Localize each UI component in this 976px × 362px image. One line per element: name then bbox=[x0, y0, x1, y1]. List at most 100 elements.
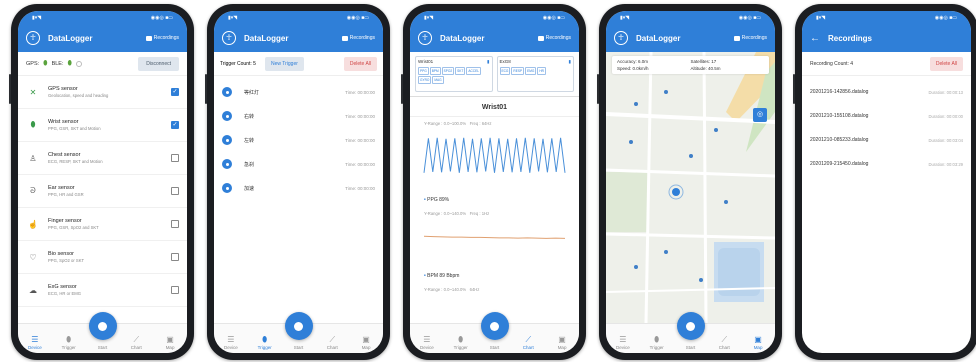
ble-label: BLE: bbox=[51, 60, 64, 67]
channel-chip[interactable]: RESP bbox=[511, 67, 525, 75]
app-bar: ← Recordings bbox=[802, 24, 971, 52]
recording-item[interactable]: 20201210-085233.datalog Duration: 00:03:0… bbox=[802, 128, 971, 152]
third-range: Y-Range : 0.0~140.0% 64Hz bbox=[424, 287, 480, 292]
app-title: DataLogger bbox=[440, 33, 485, 43]
folder-icon bbox=[341, 35, 348, 41]
chart-icon: ⟋ bbox=[133, 335, 140, 344]
ear-sensor-row[interactable]: ᘐ Ear sensor PPG, HR and GSR bbox=[18, 175, 187, 208]
start-button[interactable] bbox=[284, 312, 313, 340]
speed: Speed: 0.0km/h bbox=[617, 66, 649, 71]
map-screen: ▮▾◥ ◉◉◎ ■▭ ☥ DataLogger Recordings Accur… bbox=[606, 11, 775, 353]
wrist-sensor-row[interactable]: ⬮ Wrist sensor PPG, GSR, SKT and Motion ✓ bbox=[18, 109, 187, 142]
nav-trigger[interactable]: ⬮ Trigger bbox=[55, 335, 83, 350]
recording-list: 20201216-142856.datalog Duration: 00:00:1… bbox=[802, 80, 971, 176]
delete-all-button[interactable]: Delete All bbox=[929, 56, 963, 71]
trigger-dot-icon bbox=[222, 111, 232, 121]
recording-count: Recording Count: 4 bbox=[810, 60, 854, 67]
record-dot-icon bbox=[98, 321, 107, 331]
nav-trigger[interactable]: ⬮ Trigger bbox=[447, 335, 475, 350]
exg-sensor-row[interactable]: ☁ ExG sensor ECG, HR or EMG bbox=[18, 274, 187, 307]
recording-item[interactable]: 20201210-155108.datalog Duration: 00:00:0… bbox=[802, 104, 971, 128]
chart-icon: ⟋ bbox=[329, 335, 336, 344]
trigger-item[interactable]: 加速 Time: 00:00:00 bbox=[214, 176, 383, 200]
sensor-checkbox[interactable] bbox=[171, 220, 179, 228]
channel-chips: PPG BPM SPO2 SKT ACCEL GYRO MAG bbox=[418, 67, 490, 84]
sensor-checkbox[interactable]: ✓ bbox=[171, 121, 179, 129]
recordings-button[interactable]: Recordings bbox=[733, 35, 767, 41]
sensor-cards: Wrist01 ▮ PPG BPM SPO2 SKT ACCEL GYRO MAG ExG8 ▮… bbox=[410, 52, 579, 97]
nav-chart[interactable]: ⟋ Chart bbox=[318, 335, 346, 350]
recording-item[interactable]: 20201216-142856.datalog Duration: 00:00:1… bbox=[802, 80, 971, 104]
sensor-checkbox[interactable] bbox=[171, 154, 179, 162]
channel-chip[interactable]: PPG bbox=[418, 67, 429, 75]
trigger-item[interactable]: 左转 Time: 00:00:00 bbox=[214, 128, 383, 152]
channel-chip[interactable]: HR bbox=[537, 67, 546, 75]
channel-chip[interactable]: BPM bbox=[429, 67, 441, 75]
sensor-list: ✕ GPS sensor Geolocation, speed and headin… bbox=[18, 76, 187, 307]
nav-chart[interactable]: ⟋ Chart bbox=[710, 335, 738, 350]
trigger-item[interactable]: 急刹 Time: 00:00:00 bbox=[214, 152, 383, 176]
sensor-name: Ear sensor bbox=[48, 185, 75, 191]
trigger-dot-icon bbox=[222, 87, 232, 97]
sensor-checkbox[interactable] bbox=[171, 253, 179, 261]
chest-sensor-icon: ♙ bbox=[29, 153, 37, 163]
phone-chart: ▮▾◥ ◉◉◎ ■▭ ☥ DataLogger Recordings Wrist0… bbox=[401, 4, 586, 360]
start-button[interactable] bbox=[88, 312, 117, 340]
sensor-desc: PPG, GSR, SKT and Motion bbox=[48, 126, 101, 131]
back-arrow-icon[interactable]: ← bbox=[810, 33, 820, 44]
disconnect-button[interactable]: Disconnect bbox=[138, 56, 179, 71]
recordings-button[interactable]: Recordings bbox=[145, 35, 179, 41]
trigger-screen: ▮▾◥ ◉◉◎ ■▭ ☥ DataLogger Recordings Trigge… bbox=[214, 11, 383, 353]
finger-sensor-row[interactable]: ☝ Finger sensor PPG, GSR, SpO2 and SKT bbox=[18, 208, 187, 241]
channel-chip[interactable]: SKT bbox=[455, 67, 466, 75]
channel-chip[interactable]: SPO2 bbox=[441, 67, 455, 75]
nav-map[interactable]: ▣ Map bbox=[744, 335, 772, 350]
channel-chip[interactable]: GYRO bbox=[418, 76, 432, 84]
trigger-name: 右转 bbox=[244, 113, 255, 120]
channel-chip[interactable]: MAG bbox=[432, 76, 444, 84]
nav-chart[interactable]: ⟋ Chart bbox=[122, 335, 150, 350]
sensor-checkbox[interactable]: ✓ bbox=[171, 88, 179, 96]
wrist-sensor-icon: ⬮ bbox=[30, 120, 36, 129]
sensor-checkbox[interactable] bbox=[171, 187, 179, 195]
nav-map[interactable]: ▣ Map bbox=[352, 335, 380, 350]
trigger-item[interactable]: 等红灯 Time: 00:00:00 bbox=[214, 80, 383, 104]
recordings-button[interactable]: Recordings bbox=[537, 35, 571, 41]
nav-device[interactable]: ☰ Device bbox=[21, 335, 49, 350]
start-button[interactable] bbox=[676, 312, 705, 340]
nav-map[interactable]: ▣ Map bbox=[548, 335, 576, 350]
chart-icon: ⟋ bbox=[525, 335, 532, 344]
wrist-card[interactable]: Wrist01 ▮ PPG BPM SPO2 SKT ACCEL GYRO MAG bbox=[415, 56, 493, 92]
exg-card[interactable]: ExG8 ▮ ECG RESP EMG HR bbox=[496, 56, 574, 92]
channel-chip[interactable]: EMG bbox=[525, 67, 537, 75]
sensor-desc: ECG, RESP, SKT and Motion bbox=[48, 159, 103, 164]
app-logo-icon: ☥ bbox=[418, 31, 432, 45]
gps-sensor-row[interactable]: ✕ GPS sensor Geolocation, speed and headin… bbox=[18, 76, 187, 109]
map-view[interactable]: Accuracy: 6.0m Satellites: 17 Speed: 0.0… bbox=[606, 52, 775, 323]
start-button[interactable] bbox=[480, 312, 509, 340]
nav-device[interactable]: ☰ Device bbox=[609, 335, 637, 350]
delete-all-button[interactable]: Delete All bbox=[343, 56, 377, 71]
locate-icon[interactable]: ◎ bbox=[753, 108, 767, 122]
list-icon: ☰ bbox=[423, 335, 431, 344]
sensor-checkbox[interactable] bbox=[171, 286, 179, 294]
nav-map[interactable]: ▣ Map bbox=[156, 335, 184, 350]
channel-chip[interactable]: ACCEL bbox=[466, 67, 482, 75]
channel-chip[interactable]: ECG bbox=[499, 67, 511, 75]
chart-icon: ⟋ bbox=[721, 335, 728, 344]
card-title: ExG8 bbox=[499, 59, 511, 64]
bio-sensor-row[interactable]: ♡ Bio sensor PPG, SpO2 or SKT bbox=[18, 241, 187, 274]
nav-trigger[interactable]: ⬮ Trigger bbox=[251, 335, 279, 350]
status-bar: ▮▾◥ ◉◉◎ ■▭ bbox=[410, 11, 579, 24]
channel-chips: ECG RESP EMG HR bbox=[499, 67, 572, 75]
nav-device[interactable]: ☰ Device bbox=[413, 335, 441, 350]
chest-sensor-row[interactable]: ♙ Chest sensor ECG, RESP, SKT and Motion bbox=[18, 142, 187, 175]
recordings-button[interactable]: Recordings bbox=[341, 35, 375, 41]
trigger-item[interactable]: 右转 Time: 00:00:00 bbox=[214, 104, 383, 128]
recording-item[interactable]: 20201209-215450.datalog Duration: 00:03:2… bbox=[802, 152, 971, 176]
nav-device[interactable]: ☰ Device bbox=[217, 335, 245, 350]
new-trigger-button[interactable]: New Trigger bbox=[264, 56, 304, 71]
phone-recordings: ▮▾◥ ◉◉◎ ■▭ ← Recordings Recording Count: … bbox=[793, 4, 976, 360]
nav-chart[interactable]: ⟋ Chart bbox=[514, 335, 542, 350]
nav-trigger[interactable]: ⬮ Trigger bbox=[643, 335, 671, 350]
